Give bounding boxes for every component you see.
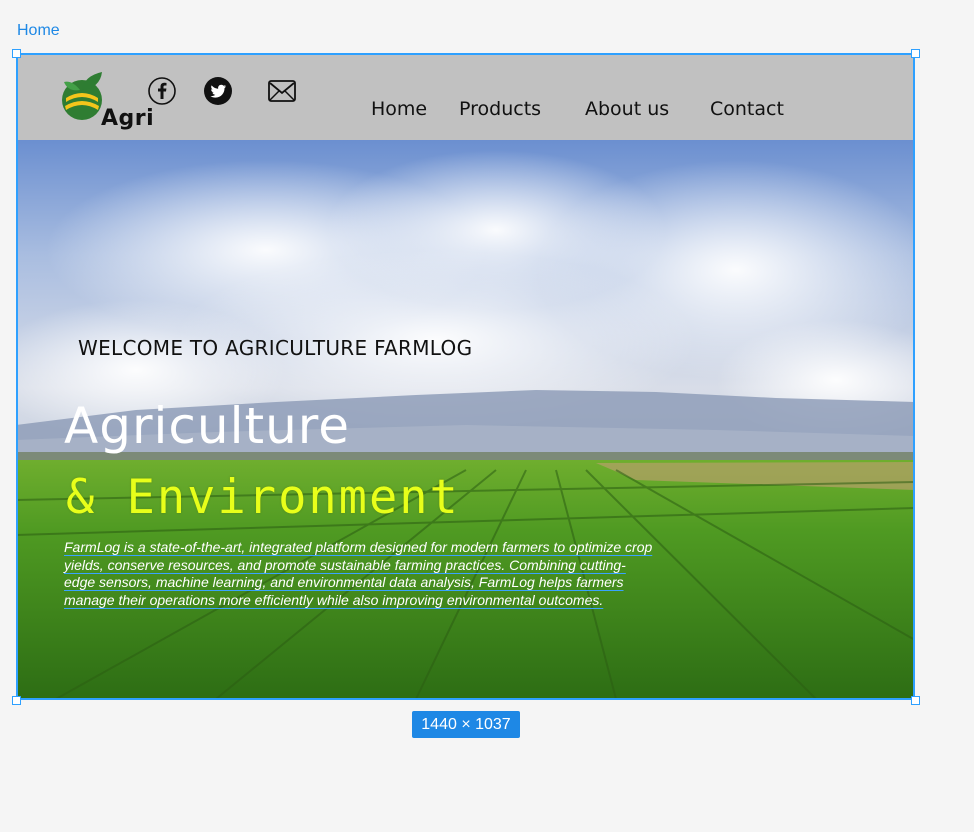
- twitter-link[interactable]: [202, 75, 234, 107]
- resize-handle-bottom-left[interactable]: [12, 696, 21, 705]
- welcome-text: WELCOME TO AGRICULTURE FARMLOG: [78, 336, 473, 360]
- home-frame: Agri Home Products About us Contact WELC…: [16, 53, 915, 699]
- hero-title-line1: Agriculture: [64, 397, 350, 455]
- nav-products[interactable]: Products: [459, 98, 541, 120]
- resize-handle-top-left[interactable]: [12, 49, 21, 58]
- logo-text: Agri: [101, 106, 155, 131]
- hero-title-line2: & Environment: [66, 470, 460, 525]
- frame-label[interactable]: Home: [17, 22, 60, 40]
- frame-size-badge: 1440 × 1037: [412, 711, 520, 738]
- nav-about-us[interactable]: About us: [585, 98, 669, 120]
- resize-handle-top-right[interactable]: [911, 49, 920, 58]
- nav-home[interactable]: Home: [371, 98, 427, 120]
- hero-section: WELCOME TO AGRICULTURE FARMLOG Agricultu…: [16, 140, 915, 699]
- mail-link[interactable]: [266, 75, 298, 107]
- site-header: Agri Home Products About us Contact: [16, 53, 915, 140]
- twitter-icon: [204, 77, 232, 105]
- hero-description: FarmLog is a state-of-the-art, integrate…: [64, 539, 653, 608]
- mail-icon: [268, 80, 296, 102]
- nav-contact[interactable]: Contact: [710, 98, 784, 120]
- resize-handle-bottom-right[interactable]: [911, 696, 920, 705]
- facebook-link[interactable]: [146, 75, 178, 107]
- facebook-icon: [148, 77, 176, 105]
